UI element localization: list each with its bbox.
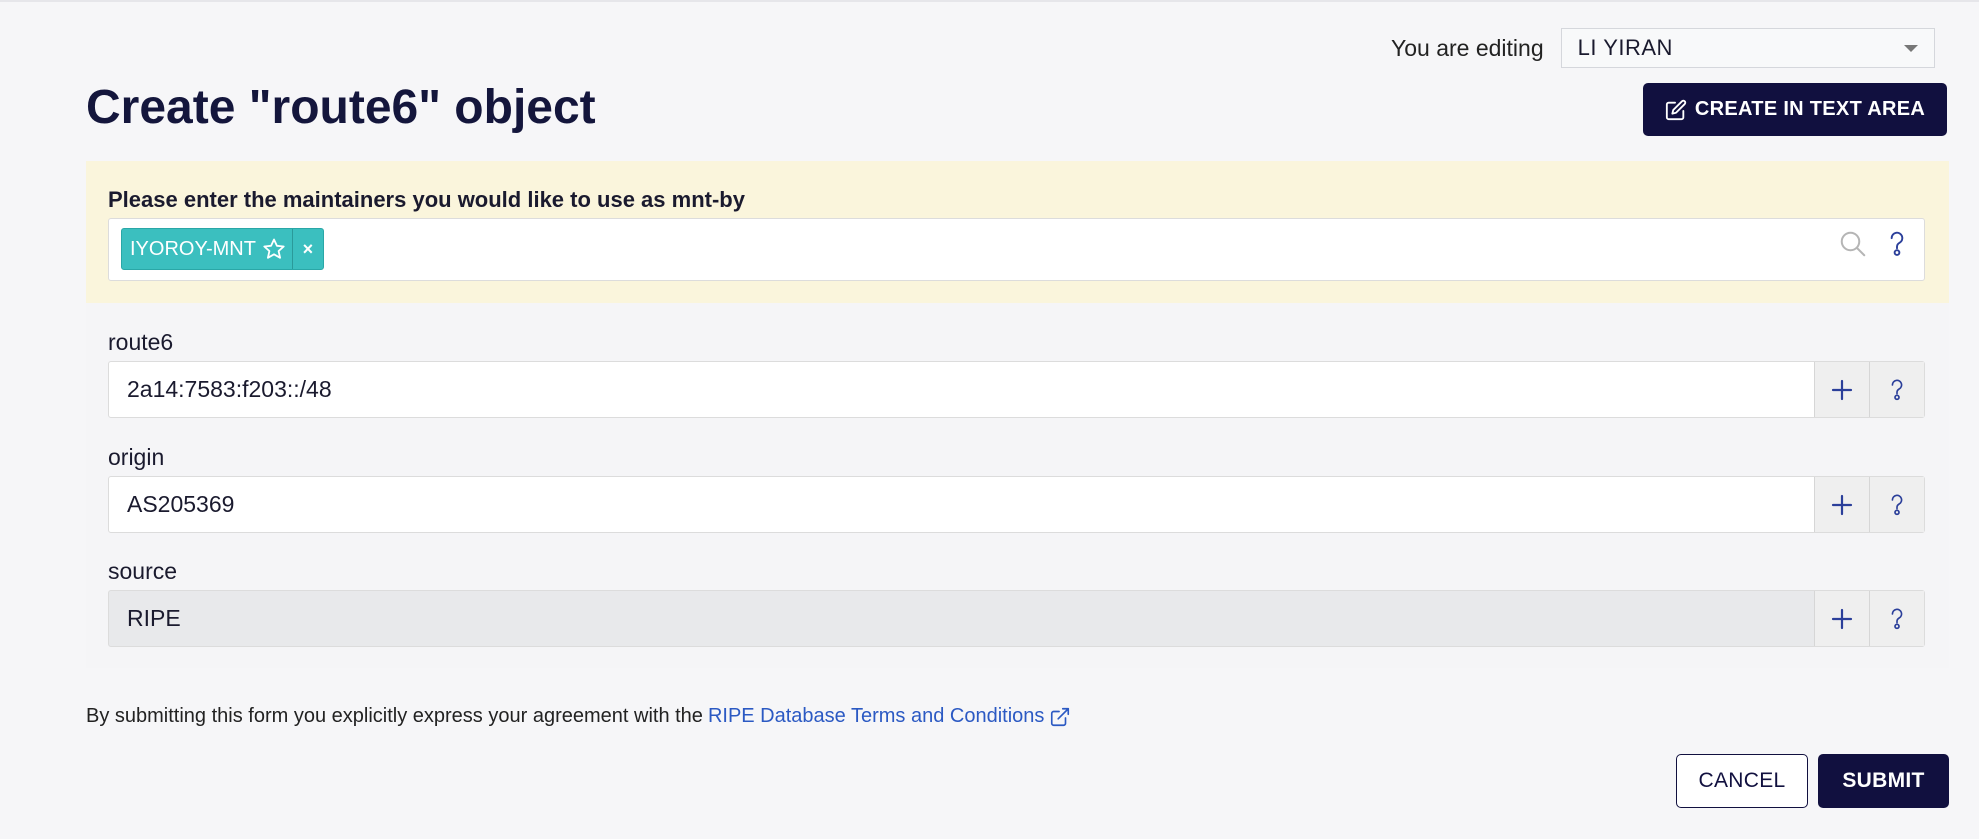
add-field-button[interactable] [1814,591,1869,646]
source-input[interactable] [109,591,1814,646]
top-border [0,0,1979,2]
fields-panel: route6 origin source [86,303,1949,668]
editing-label: You are editing [1391,34,1544,61]
help-icon [1891,608,1903,629]
maintainers-label: Please enter the maintainers you would l… [108,187,745,212]
maintainer-name: IYOROY-MNT [130,237,256,260]
field-source: source [108,558,1925,647]
terms-link[interactable]: RIPE Database Terms and Conditions [708,705,1044,728]
submit-button[interactable]: SUBMIT [1818,754,1949,808]
field-origin: origin [108,444,1925,533]
route6-input[interactable] [109,362,1814,417]
editing-selector: You are editing LI YIRAN [1391,28,1935,68]
field-label: source [108,558,178,584]
editing-value: LI YIRAN [1577,35,1673,60]
help-icon [1891,494,1903,515]
cancel-button[interactable]: CANCEL [1676,754,1808,808]
help-icon [1891,379,1903,400]
maintainer-tag: IYOROY-MNT × [121,228,324,270]
star-icon[interactable] [262,237,286,261]
create-in-text-area-label: CREATE IN TEXT AREA [1694,98,1926,120]
page-title: Create "route6" object [86,81,596,134]
maintainer-remove-button[interactable]: × [291,229,323,269]
help-button[interactable] [1869,591,1924,646]
maintainers-panel: Please enter the maintainers you would l… [86,161,1949,303]
field-label: origin [108,444,165,470]
maintainers-input[interactable]: IYOROY-MNT × [108,218,1925,281]
field-row [108,476,1925,533]
field-row [108,590,1925,647]
help-icon[interactable] [1884,229,1910,259]
help-button[interactable] [1869,477,1924,532]
edit-icon [1665,99,1687,120]
origin-input[interactable] [109,477,1814,532]
plus-icon [1831,379,1853,400]
field-label: route6 [108,329,174,355]
add-field-button[interactable] [1814,362,1869,417]
plus-icon [1831,494,1853,515]
field-route6: route6 [108,329,1925,418]
help-button[interactable] [1869,362,1924,417]
add-field-button[interactable] [1814,477,1869,532]
terms-notice: By submitting this form you explicitly e… [86,705,1071,728]
search-icon[interactable] [1838,229,1868,259]
maintainer-tag-label: IYOROY-MNT [122,229,292,269]
plus-icon [1831,608,1853,629]
terms-text: By submitting this form you explicitly e… [86,705,703,727]
external-link-icon [1051,707,1070,726]
caret-down-icon [1903,44,1918,52]
field-row [108,361,1925,418]
editing-dropdown[interactable]: LI YIRAN [1560,28,1935,68]
create-in-text-area-button[interactable]: CREATE IN TEXT AREA [1643,83,1947,136]
